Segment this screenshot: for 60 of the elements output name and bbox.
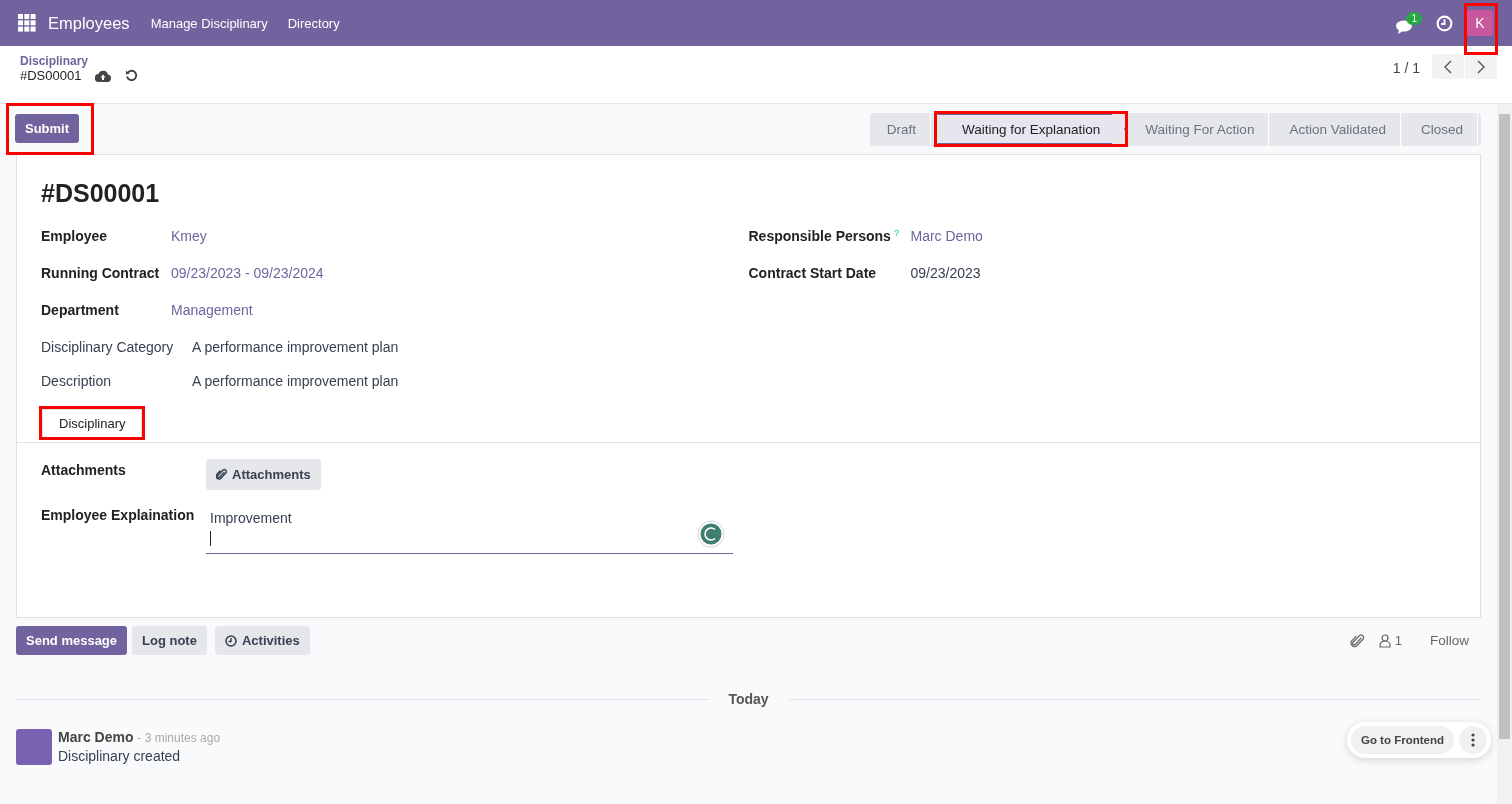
- field-label: Description: [41, 373, 113, 391]
- breadcrumb-link[interactable]: Disciplinary: [20, 54, 139, 68]
- field-label: Employee Explaination: [41, 507, 196, 523]
- loading-spinner-icon: [697, 520, 725, 548]
- field-label: Contract Start Date: [748, 265, 877, 281]
- follow-button[interactable]: Follow: [1430, 633, 1469, 648]
- status-stage[interactable]: Closed: [1406, 112, 1478, 146]
- field-value: A performance improvement plan: [192, 373, 399, 391]
- message-body: Disciplinary created: [58, 748, 182, 764]
- pager-value: 1 / 1: [1392, 60, 1420, 76]
- field-label: Responsible Persons: [748, 228, 891, 244]
- paperclip-icon[interactable]: [1349, 632, 1365, 649]
- avatar-placeholder: [16, 729, 52, 765]
- nav-menu-item[interactable]: Directory: [287, 15, 340, 31]
- status-stage[interactable]: Draft: [872, 112, 931, 146]
- log-note-button[interactable]: Log note: [132, 626, 207, 655]
- field-value[interactable]: Marc Demo: [910, 228, 983, 244]
- app-name[interactable]: Employees: [48, 13, 130, 33]
- chevron-right-icon: [1477, 59, 1485, 74]
- field-value[interactable]: 09/23/2023 - 09/23/2024: [171, 265, 324, 281]
- clock-icon[interactable]: [1436, 14, 1453, 32]
- attachments-button[interactable]: Attachments: [206, 459, 321, 490]
- send-message-button[interactable]: Send message: [16, 626, 128, 655]
- chat-button[interactable]: 1: [1396, 11, 1422, 35]
- field-label: Employee: [41, 228, 109, 244]
- app-grid-icon[interactable]: [18, 14, 36, 32]
- user-avatar[interactable]: K: [1467, 10, 1493, 36]
- status-stage[interactable]: Action Validated: [1275, 112, 1401, 146]
- date-separator: Today: [728, 691, 769, 707]
- clock-icon: [224, 634, 237, 647]
- go-to-frontend-button[interactable]: Go to Frontend: [1350, 726, 1454, 754]
- field-label: Running Contract: [41, 265, 161, 281]
- cloud-upload-icon[interactable]: [95, 69, 112, 82]
- record-title: #DS00001: [41, 179, 161, 208]
- activities-button[interactable]: Activities: [214, 626, 310, 655]
- message-author[interactable]: Marc Demo: [58, 729, 134, 745]
- field-value: 09/23/2023: [910, 265, 981, 281]
- status-stage[interactable]: Waiting for Explanation: [937, 114, 1126, 144]
- field-label: Disciplinary Category: [41, 339, 175, 357]
- followers-button[interactable]: 1: [1378, 633, 1402, 648]
- status-stage[interactable]: Waiting For Action: [1131, 112, 1270, 146]
- next-button[interactable]: [1465, 54, 1497, 79]
- notebook-tab[interactable]: Disciplinary: [42, 409, 143, 437]
- undo-icon[interactable]: [125, 69, 139, 82]
- field-label: Department: [41, 302, 120, 318]
- field-value[interactable]: Kmey: [171, 228, 207, 244]
- message-count-badge: 1: [1406, 11, 1422, 25]
- paperclip-icon: [216, 468, 227, 481]
- field-value[interactable]: Management: [171, 302, 253, 318]
- vertical-dots-icon: [1471, 733, 1475, 747]
- scrollbar[interactable]: [1497, 104, 1512, 804]
- message-time: - 3 minutes ago: [137, 731, 221, 745]
- person-icon: [1378, 633, 1391, 648]
- field-label: Attachments: [41, 462, 127, 478]
- submit-button[interactable]: Submit: [15, 114, 80, 143]
- nav-menu-item[interactable]: Manage Disciplinary: [150, 15, 268, 31]
- field-value: A performance improvement plan: [192, 339, 399, 357]
- chevron-left-icon: [1444, 59, 1452, 74]
- explanation-text-field[interactable]: Improvement: [206, 504, 733, 554]
- breadcrumb-current: #DS00001: [20, 68, 82, 83]
